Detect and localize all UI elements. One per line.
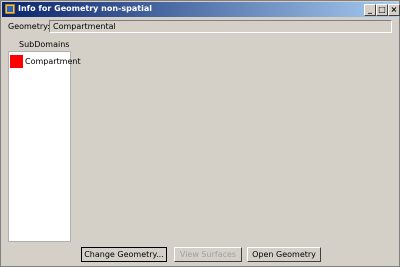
title-bar[interactable]: Info for Geometry non-spatial _ □ × bbox=[2, 2, 400, 17]
subdomains-label: SubDomains bbox=[19, 40, 70, 49]
app-icon bbox=[5, 4, 15, 14]
geometry-info-window: Info for Geometry non-spatial _ □ × Geom… bbox=[0, 0, 400, 267]
geometry-value: Compartmental bbox=[53, 22, 116, 31]
minimize-button[interactable]: _ bbox=[364, 4, 376, 16]
open-geometry-button[interactable]: Open Geometry bbox=[247, 247, 321, 262]
window-title: Info for Geometry non-spatial bbox=[18, 4, 152, 13]
view-surfaces-button[interactable]: View Surfaces bbox=[174, 247, 242, 262]
subdomains-list[interactable]: Compartment bbox=[8, 51, 81, 242]
color-swatch bbox=[10, 55, 23, 68]
change-geometry-button[interactable]: Change Geometry... bbox=[81, 247, 167, 262]
geometry-label: Geometry: bbox=[8, 22, 51, 31]
subdomain-name: Compartment bbox=[25, 57, 81, 66]
geometry-field: Compartmental bbox=[49, 20, 392, 33]
maximize-button[interactable]: □ bbox=[376, 4, 388, 16]
close-button[interactable]: × bbox=[388, 4, 400, 16]
